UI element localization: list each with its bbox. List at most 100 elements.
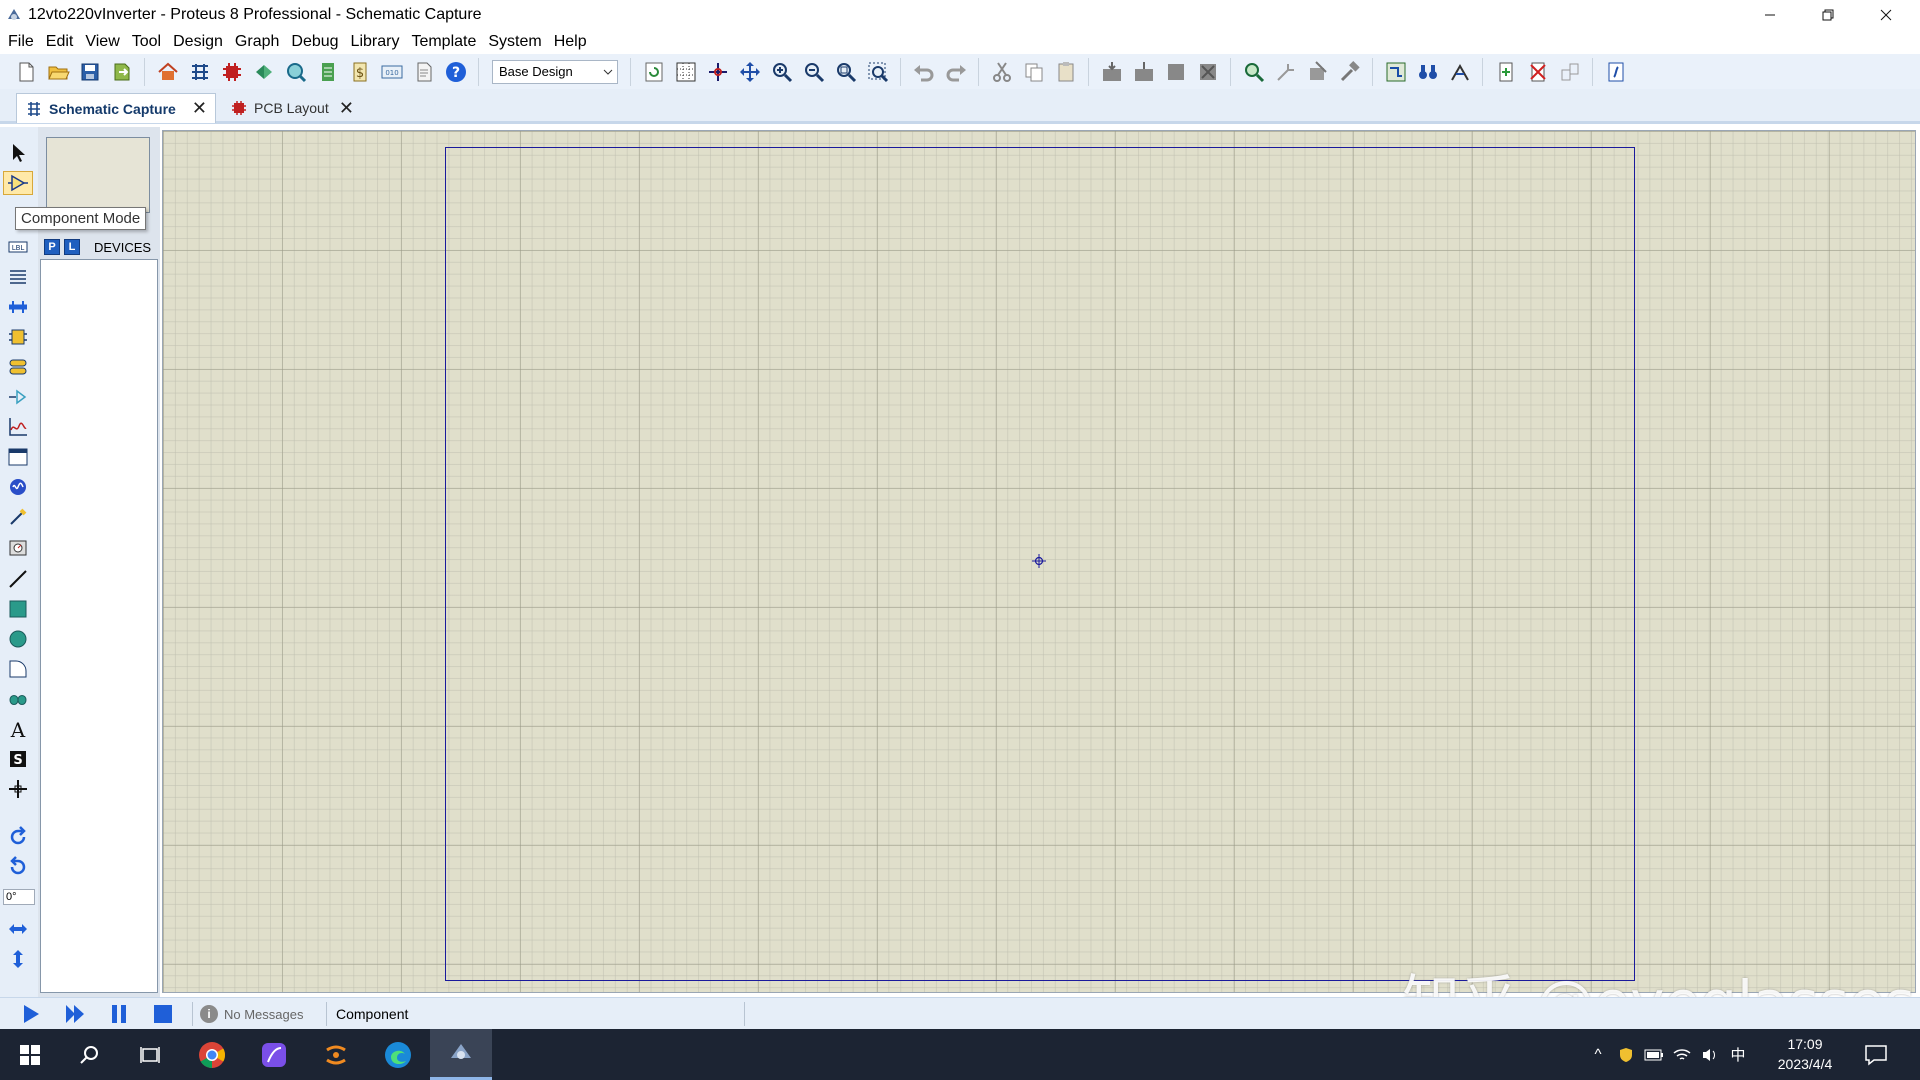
probe-mode-button[interactable]: [3, 505, 33, 529]
toggle-grid-button[interactable]: [672, 58, 700, 86]
overview-window[interactable]: [46, 137, 150, 213]
make-device-button[interactable]: [1272, 58, 1300, 86]
battery-icon[interactable]: [1641, 1042, 1667, 1068]
path-mode-button[interactable]: [3, 687, 33, 711]
play-button[interactable]: [18, 1002, 44, 1026]
taskbar-app-purple[interactable]: [244, 1029, 304, 1080]
start-button[interactable]: [0, 1029, 60, 1080]
remove-sheet-button[interactable]: [1524, 58, 1552, 86]
open-button[interactable]: [44, 58, 72, 86]
rotate-clockwise-button[interactable]: [3, 825, 33, 849]
pause-button[interactable]: [106, 1002, 132, 1026]
block-delete-button[interactable]: [1194, 58, 1222, 86]
gerber-button[interactable]: [282, 58, 310, 86]
tab-schematic-capture[interactable]: Schematic Capture ✕: [16, 93, 216, 123]
pick-devices-button[interactable]: P: [44, 239, 60, 255]
redo-button[interactable]: [942, 58, 970, 86]
decompose-button[interactable]: [1336, 58, 1364, 86]
menu-tool[interactable]: Tool: [126, 29, 167, 54]
rotate-anticlockwise-button[interactable]: [3, 855, 33, 879]
circle-mode-button[interactable]: [3, 627, 33, 651]
new-sheet-button[interactable]: [1492, 58, 1520, 86]
mirror-x-button[interactable]: [3, 917, 33, 941]
toggle-origin-button[interactable]: [704, 58, 732, 86]
design-explorer-button[interactable]: [314, 58, 342, 86]
terminals-mode-button[interactable]: [3, 355, 33, 379]
menu-template[interactable]: Template: [405, 29, 482, 54]
menu-view[interactable]: View: [79, 29, 125, 54]
device-pins-mode-button[interactable]: [3, 385, 33, 409]
3d-viewer-button[interactable]: [250, 58, 278, 86]
taskbar-clock[interactable]: 17:09 2023/4/4: [1765, 1034, 1845, 1074]
save-button[interactable]: [76, 58, 104, 86]
marker-mode-button[interactable]: [3, 777, 33, 801]
menu-design[interactable]: Design: [167, 29, 229, 54]
close-tab-icon[interactable]: ✕: [192, 98, 207, 119]
taskbar-chrome[interactable]: [182, 1029, 242, 1080]
menu-library[interactable]: Library: [345, 29, 406, 54]
property-assignment-button[interactable]: [1446, 58, 1474, 86]
text-mode-button[interactable]: A: [3, 717, 33, 741]
menu-debug[interactable]: Debug: [285, 29, 344, 54]
design-variant-select[interactable]: Base Design: [492, 59, 618, 84]
close-tab-icon[interactable]: ✕: [339, 98, 354, 119]
stop-button[interactable]: [150, 1002, 176, 1026]
task-view-button[interactable]: [120, 1029, 180, 1080]
devices-list[interactable]: [40, 259, 158, 993]
component-mode-button[interactable]: [3, 171, 33, 195]
restore-button[interactable]: [1799, 0, 1857, 29]
pan-button[interactable]: [736, 58, 764, 86]
menu-edit[interactable]: Edit: [40, 29, 80, 54]
menu-file[interactable]: File: [2, 29, 40, 54]
menu-system[interactable]: System: [482, 29, 547, 54]
tab-pcb-layout[interactable]: PCB Layout ✕: [222, 93, 362, 123]
rotation-angle-field[interactable]: 0°: [3, 889, 35, 905]
box-mode-button[interactable]: [3, 597, 33, 621]
notes-button[interactable]: [410, 58, 438, 86]
security-shield-icon[interactable]: [1613, 1042, 1639, 1068]
copy-button[interactable]: [1020, 58, 1048, 86]
subcircuit-mode-button[interactable]: [3, 325, 33, 349]
refresh-button[interactable]: [640, 58, 668, 86]
messages-indicator[interactable]: i No Messages: [200, 1002, 303, 1026]
notification-center-icon[interactable]: [1862, 1041, 1890, 1069]
source-code-button[interactable]: 010: [378, 58, 406, 86]
home-button[interactable]: [154, 58, 182, 86]
package-tool-button[interactable]: [1304, 58, 1332, 86]
graph-mode-button[interactable]: [3, 415, 33, 439]
wire-autorouter-button[interactable]: [1382, 58, 1410, 86]
input-method-indicator[interactable]: 中: [1725, 1042, 1751, 1068]
generator-mode-button[interactable]: [3, 475, 33, 499]
volume-icon[interactable]: [1697, 1042, 1723, 1068]
block-copy-button[interactable]: [1098, 58, 1126, 86]
block-move-button[interactable]: [1130, 58, 1158, 86]
tape-recorder-mode-button[interactable]: [3, 445, 33, 469]
pick-parts-button[interactable]: [1240, 58, 1268, 86]
show-hidden-icons-chevron-icon[interactable]: ^: [1585, 1042, 1611, 1068]
instruments-mode-button[interactable]: [3, 535, 33, 559]
library-manager-button[interactable]: L: [64, 239, 80, 255]
text-script-mode-button[interactable]: [3, 265, 33, 289]
schematic-canvas[interactable]: [162, 130, 1916, 993]
search-tag-button[interactable]: [1414, 58, 1442, 86]
taskbar-edge[interactable]: [368, 1029, 428, 1080]
minimize-button[interactable]: [1741, 0, 1799, 29]
wire-label-mode-button[interactable]: LBL: [3, 235, 33, 259]
zoom-all-button[interactable]: [832, 58, 860, 86]
undo-button[interactable]: [910, 58, 938, 86]
selection-mode-button[interactable]: [3, 141, 33, 165]
line-mode-button[interactable]: [3, 567, 33, 591]
pcb-button[interactable]: [218, 58, 246, 86]
menu-help[interactable]: Help: [548, 29, 593, 54]
zoom-out-button[interactable]: [800, 58, 828, 86]
symbol-mode-button[interactable]: S: [3, 747, 33, 771]
arc-mode-button[interactable]: [3, 657, 33, 681]
paste-button[interactable]: [1052, 58, 1080, 86]
taskbar-search-button[interactable]: [60, 1029, 120, 1080]
step-button[interactable]: [62, 1002, 88, 1026]
bus-mode-button[interactable]: [3, 295, 33, 319]
mirror-y-button[interactable]: [3, 947, 33, 971]
design-notes-button[interactable]: [1602, 58, 1630, 86]
exit-to-parent-button[interactable]: [1556, 58, 1584, 86]
menu-graph[interactable]: Graph: [229, 29, 285, 54]
